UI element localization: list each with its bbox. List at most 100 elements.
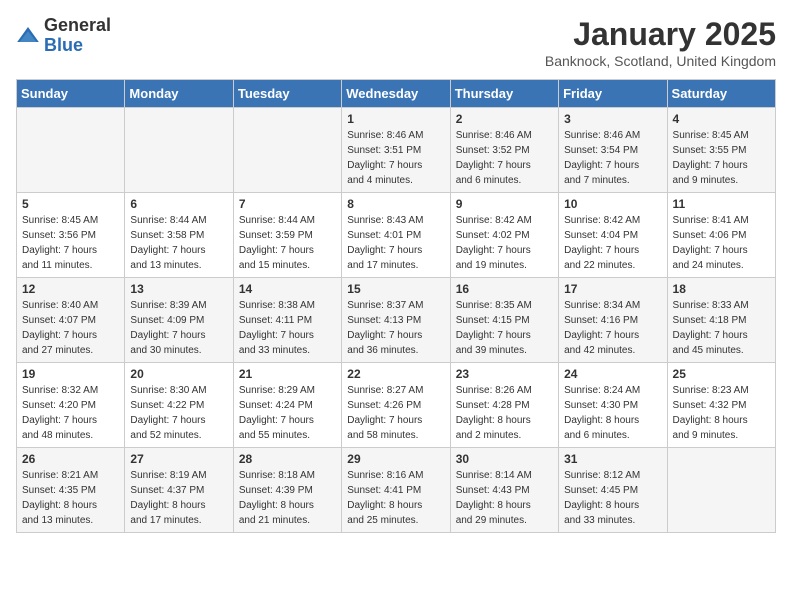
day-info: Sunrise: 8:16 AM Sunset: 4:41 PM Dayligh… <box>347 468 444 528</box>
day-info: Sunrise: 8:19 AM Sunset: 4:37 PM Dayligh… <box>130 468 227 528</box>
calendar-cell: 4Sunrise: 8:45 AM Sunset: 3:55 PM Daylig… <box>667 108 775 193</box>
day-info: Sunrise: 8:40 AM Sunset: 4:07 PM Dayligh… <box>22 298 119 358</box>
day-number: 21 <box>239 367 336 381</box>
day-number: 26 <box>22 452 119 466</box>
day-info: Sunrise: 8:44 AM Sunset: 3:59 PM Dayligh… <box>239 213 336 273</box>
day-info: Sunrise: 8:21 AM Sunset: 4:35 PM Dayligh… <box>22 468 119 528</box>
day-number: 7 <box>239 197 336 211</box>
day-header-saturday: Saturday <box>667 80 775 108</box>
logo: General Blue <box>16 16 111 56</box>
day-number: 1 <box>347 112 444 126</box>
calendar-cell <box>125 108 233 193</box>
calendar-cell: 14 Sunrise: 8:38 AM Sunset: 4:11 PM Dayli… <box>233 278 341 363</box>
calendar-cell: 16Sunrise: 8:35 AM Sunset: 4:15 PM Dayli… <box>450 278 558 363</box>
day-number: 12 <box>22 282 119 296</box>
day-info: Sunrise: 8:18 AM Sunset: 4:39 PM Dayligh… <box>239 468 336 528</box>
calendar-cell: 24 Sunrise: 8:24 AM Sunset: 4:30 PM Dayli… <box>559 363 667 448</box>
day-number: 28 <box>239 452 336 466</box>
day-number: 2 <box>456 112 553 126</box>
calendar-cell: 17 Sunrise: 8:34 AM Sunset: 4:16 PM Dayli… <box>559 278 667 363</box>
day-number: 31 <box>564 452 661 466</box>
calendar-cell <box>233 108 341 193</box>
calendar-cell: 12 Sunrise: 8:40 AM Sunset: 4:07 PM Dayli… <box>17 278 125 363</box>
day-number: 24 <box>564 367 661 381</box>
day-number: 5 <box>22 197 119 211</box>
day-info: Sunrise: 8:24 AM Sunset: 4:30 PM Dayligh… <box>564 383 661 443</box>
day-number: 25 <box>673 367 770 381</box>
week-row-3: 12 Sunrise: 8:40 AM Sunset: 4:07 PM Dayli… <box>17 278 776 363</box>
day-info: Sunrise: 8:45 AM Sunset: 3:55 PM Dayligh… <box>673 128 770 188</box>
location: Banknock, Scotland, United Kingdom <box>545 53 776 69</box>
calendar-cell: 15Sunrise: 8:37 AM Sunset: 4:13 PM Dayli… <box>342 278 450 363</box>
day-number: 10 <box>564 197 661 211</box>
calendar-cell: 5 Sunrise: 8:45 AM Sunset: 3:56 PM Daylig… <box>17 193 125 278</box>
calendar-header-row: SundayMondayTuesdayWednesdayThursdayFrid… <box>17 80 776 108</box>
calendar-cell: 29 Sunrise: 8:16 AM Sunset: 4:41 PM Dayli… <box>342 448 450 533</box>
day-number: 17 <box>564 282 661 296</box>
day-header-thursday: Thursday <box>450 80 558 108</box>
calendar-cell: 1 Sunrise: 8:46 AM Sunset: 3:51 PM Daylig… <box>342 108 450 193</box>
day-info: Sunrise: 8:46 AM Sunset: 3:51 PM Dayligh… <box>347 128 444 188</box>
day-info: Sunrise: 8:37 AM Sunset: 4:13 PM Dayligh… <box>347 298 444 358</box>
day-info: Sunrise: 8:26 AM Sunset: 4:28 PM Dayligh… <box>456 383 553 443</box>
day-info: Sunrise: 8:43 AM Sunset: 4:01 PM Dayligh… <box>347 213 444 273</box>
day-info: Sunrise: 8:44 AM Sunset: 3:58 PM Dayligh… <box>130 213 227 273</box>
day-number: 8 <box>347 197 444 211</box>
calendar-cell: 18 Sunrise: 8:33 AM Sunset: 4:18 PM Dayli… <box>667 278 775 363</box>
calendar-cell: 8 Sunrise: 8:43 AM Sunset: 4:01 PM Daylig… <box>342 193 450 278</box>
calendar-cell: 23 Sunrise: 8:26 AM Sunset: 4:28 PM Dayli… <box>450 363 558 448</box>
day-number: 29 <box>347 452 444 466</box>
day-info: Sunrise: 8:38 AM Sunset: 4:11 PM Dayligh… <box>239 298 336 358</box>
calendar-cell <box>667 448 775 533</box>
calendar-table: SundayMondayTuesdayWednesdayThursdayFrid… <box>16 79 776 533</box>
page-header: General Blue January 2025 Banknock, Scot… <box>16 16 776 69</box>
calendar-cell: 27 Sunrise: 8:19 AM Sunset: 4:37 PM Dayli… <box>125 448 233 533</box>
logo-text-general: General <box>44 15 111 35</box>
day-number: 9 <box>456 197 553 211</box>
day-info: Sunrise: 8:33 AM Sunset: 4:18 PM Dayligh… <box>673 298 770 358</box>
calendar-cell: 9 Sunrise: 8:42 AM Sunset: 4:02 PM Daylig… <box>450 193 558 278</box>
calendar-cell: 26 Sunrise: 8:21 AM Sunset: 4:35 PM Dayli… <box>17 448 125 533</box>
day-info: Sunrise: 8:27 AM Sunset: 4:26 PM Dayligh… <box>347 383 444 443</box>
day-number: 27 <box>130 452 227 466</box>
logo-text-blue: Blue <box>44 35 83 55</box>
logo-icon <box>16 24 40 48</box>
day-info: Sunrise: 8:29 AM Sunset: 4:24 PM Dayligh… <box>239 383 336 443</box>
day-number: 22 <box>347 367 444 381</box>
week-row-2: 5 Sunrise: 8:45 AM Sunset: 3:56 PM Daylig… <box>17 193 776 278</box>
day-info: Sunrise: 8:45 AM Sunset: 3:56 PM Dayligh… <box>22 213 119 273</box>
day-header-monday: Monday <box>125 80 233 108</box>
day-header-friday: Friday <box>559 80 667 108</box>
calendar-cell: 31Sunrise: 8:12 AM Sunset: 4:45 PM Dayli… <box>559 448 667 533</box>
day-number: 18 <box>673 282 770 296</box>
day-info: Sunrise: 8:46 AM Sunset: 3:52 PM Dayligh… <box>456 128 553 188</box>
calendar-cell: 3 Sunrise: 8:46 AM Sunset: 3:54 PM Daylig… <box>559 108 667 193</box>
day-info: Sunrise: 8:42 AM Sunset: 4:04 PM Dayligh… <box>564 213 661 273</box>
calendar-cell: 28 Sunrise: 8:18 AM Sunset: 4:39 PM Dayli… <box>233 448 341 533</box>
calendar-body: 1 Sunrise: 8:46 AM Sunset: 3:51 PM Daylig… <box>17 108 776 533</box>
day-info: Sunrise: 8:23 AM Sunset: 4:32 PM Dayligh… <box>673 383 770 443</box>
day-info: Sunrise: 8:34 AM Sunset: 4:16 PM Dayligh… <box>564 298 661 358</box>
day-number: 6 <box>130 197 227 211</box>
day-info: Sunrise: 8:46 AM Sunset: 3:54 PM Dayligh… <box>564 128 661 188</box>
day-number: 23 <box>456 367 553 381</box>
day-header-sunday: Sunday <box>17 80 125 108</box>
week-row-4: 19Sunrise: 8:32 AM Sunset: 4:20 PM Dayli… <box>17 363 776 448</box>
day-header-wednesday: Wednesday <box>342 80 450 108</box>
month-title: January 2025 <box>545 16 776 53</box>
day-number: 3 <box>564 112 661 126</box>
calendar-cell: 25 Sunrise: 8:23 AM Sunset: 4:32 PM Dayli… <box>667 363 775 448</box>
day-number: 11 <box>673 197 770 211</box>
calendar-cell: 11 Sunrise: 8:41 AM Sunset: 4:06 PM Dayli… <box>667 193 775 278</box>
calendar-cell: 10 Sunrise: 8:42 AM Sunset: 4:04 PM Dayli… <box>559 193 667 278</box>
day-number: 19 <box>22 367 119 381</box>
day-header-tuesday: Tuesday <box>233 80 341 108</box>
calendar-cell <box>17 108 125 193</box>
day-info: Sunrise: 8:42 AM Sunset: 4:02 PM Dayligh… <box>456 213 553 273</box>
day-info: Sunrise: 8:41 AM Sunset: 4:06 PM Dayligh… <box>673 213 770 273</box>
day-info: Sunrise: 8:39 AM Sunset: 4:09 PM Dayligh… <box>130 298 227 358</box>
day-number: 14 <box>239 282 336 296</box>
day-number: 13 <box>130 282 227 296</box>
day-info: Sunrise: 8:30 AM Sunset: 4:22 PM Dayligh… <box>130 383 227 443</box>
calendar-cell: 19Sunrise: 8:32 AM Sunset: 4:20 PM Dayli… <box>17 363 125 448</box>
